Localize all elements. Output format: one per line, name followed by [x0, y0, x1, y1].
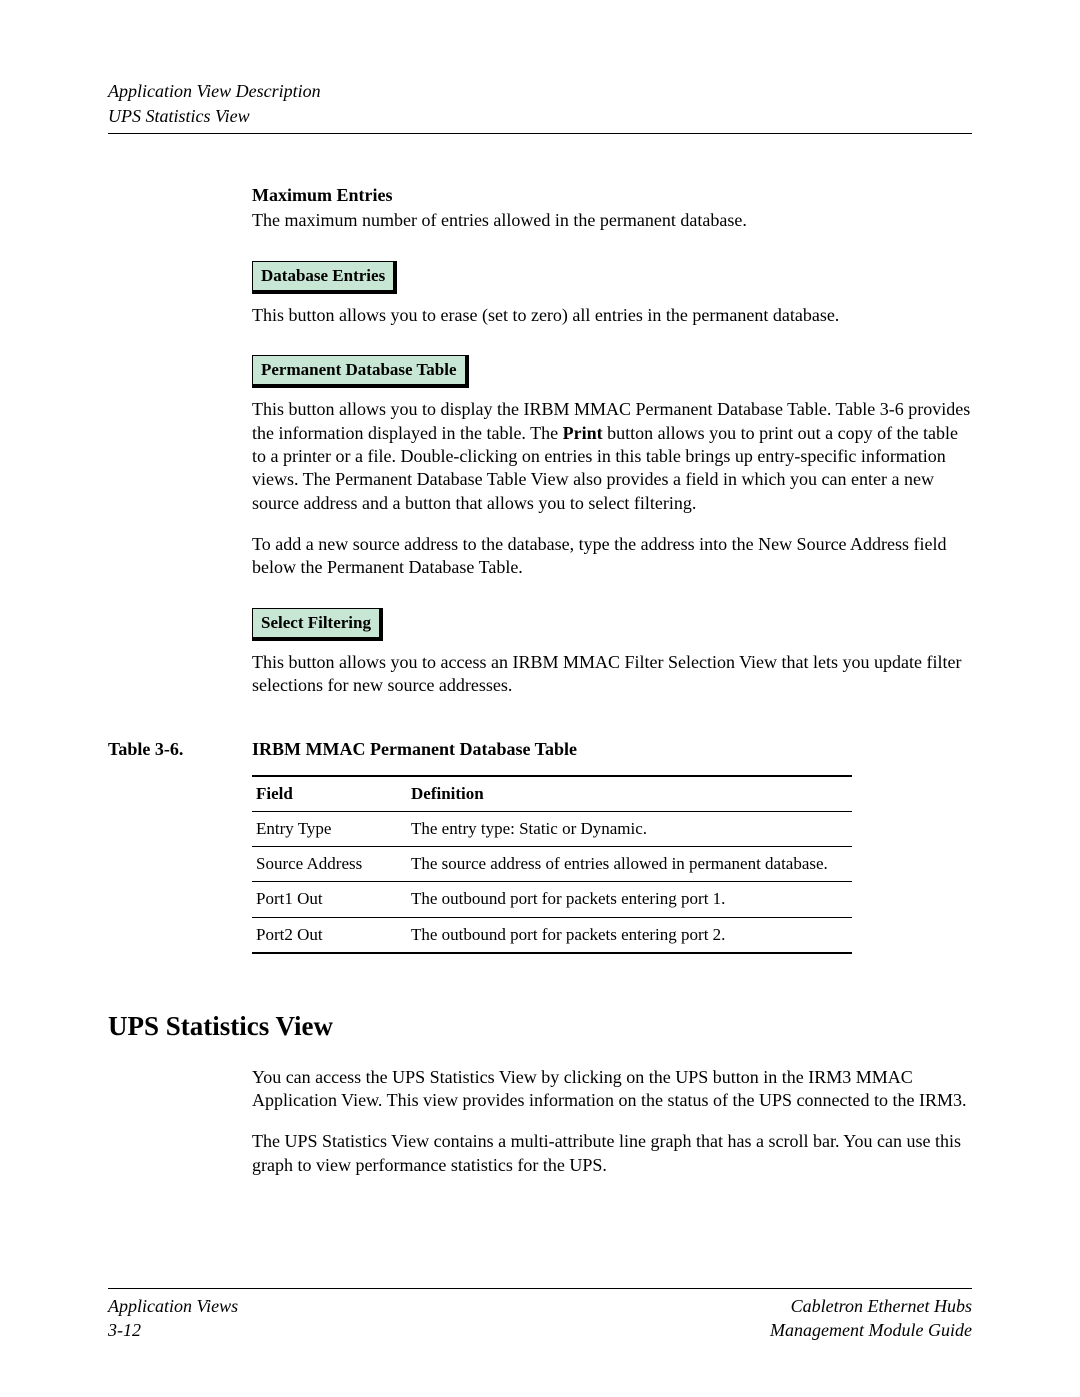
footer-left-1: Application Views	[108, 1295, 238, 1318]
cell-definition: The outbound port for packets entering p…	[407, 917, 852, 953]
table-caption-title: IRBM MMAC Permanent Database Table	[252, 738, 577, 761]
heading-ups-statistics-view: UPS Statistics View	[108, 1009, 972, 1044]
section-ups-statistics: You can access the UPS Statistics View b…	[252, 1066, 972, 1178]
table-row: Port1 Out The outbound port for packets …	[252, 882, 852, 917]
cell-field: Source Address	[252, 847, 407, 882]
body-select-filtering: This button allows you to access an IRBM…	[252, 651, 972, 698]
body-maximum-entries: The maximum number of entries allowed in…	[252, 209, 972, 232]
cell-definition: The source address of entries allowed in…	[407, 847, 852, 882]
body-database-entries: This button allows you to erase (set to …	[252, 304, 972, 327]
table-caption: Table 3-6. IRBM MMAC Permanent Database …	[108, 738, 972, 761]
footer-left: Application Views 3-12	[108, 1295, 238, 1342]
print-bold: Print	[563, 423, 603, 443]
select-filtering-button[interactable]: Select Filtering	[252, 608, 383, 641]
cell-definition: The entry type: Static or Dynamic.	[407, 812, 852, 847]
section-permanent-database-table: Permanent Database Table This button all…	[252, 355, 972, 580]
body-permanent-database-table-1: This button allows you to display the IR…	[252, 398, 972, 515]
footer-right-2: Management Module Guide	[770, 1319, 972, 1342]
table-row: Entry Type The entry type: Static or Dyn…	[252, 812, 852, 847]
footer-right-1: Cabletron Ethernet Hubs	[770, 1295, 972, 1318]
heading-maximum-entries: Maximum Entries	[252, 184, 972, 207]
body-ups-1: You can access the UPS Statistics View b…	[252, 1066, 972, 1113]
permanent-database-table-button[interactable]: Permanent Database Table	[252, 355, 469, 388]
table-header-field: Field	[252, 776, 407, 812]
body-ups-2: The UPS Statistics View contains a multi…	[252, 1130, 972, 1177]
footer-right: Cabletron Ethernet Hubs Management Modul…	[770, 1295, 972, 1342]
cell-field: Entry Type	[252, 812, 407, 847]
database-entries-button[interactable]: Database Entries	[252, 261, 397, 294]
table-header-definition: Definition	[407, 776, 852, 812]
cell-field: Port1 Out	[252, 882, 407, 917]
page-header: Application View Description UPS Statist…	[108, 80, 972, 134]
page-footer: Application Views 3-12 Cabletron Etherne…	[108, 1288, 972, 1342]
table-caption-label: Table 3-6.	[108, 738, 252, 761]
cell-definition: The outbound port for packets entering p…	[407, 882, 852, 917]
body-permanent-database-table-2: To add a new source address to the datab…	[252, 533, 972, 580]
header-breadcrumb-sub: UPS Statistics View	[108, 105, 972, 128]
footer-left-2: 3-12	[108, 1319, 238, 1342]
permanent-database-data-table: Field Definition Entry Type The entry ty…	[252, 775, 852, 953]
section-select-filtering: Select Filtering This button allows you …	[252, 608, 972, 698]
table-row: Port2 Out The outbound port for packets …	[252, 917, 852, 953]
table-row: Source Address The source address of ent…	[252, 847, 852, 882]
section-maximum-entries: Maximum Entries The maximum number of en…	[252, 184, 972, 233]
cell-field: Port2 Out	[252, 917, 407, 953]
section-database-entries: Database Entries This button allows you …	[252, 261, 972, 327]
header-breadcrumb-top: Application View Description	[108, 80, 972, 103]
